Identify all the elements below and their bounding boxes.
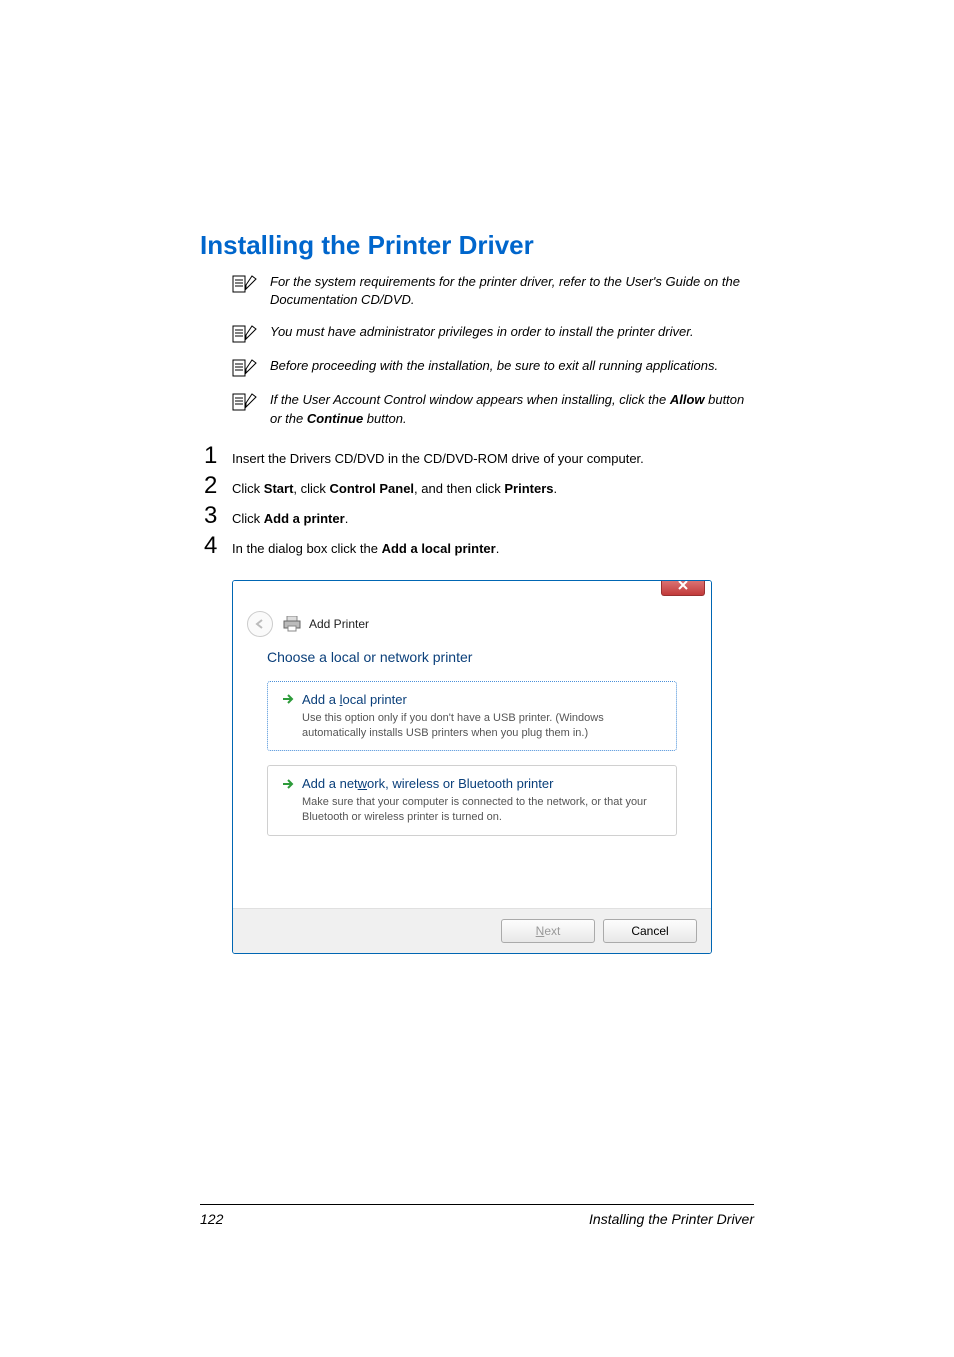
dialog-titlebar (233, 581, 711, 603)
dialog-header-label: Add Printer (309, 617, 369, 631)
printer-icon (283, 616, 301, 632)
note-text: For the system requirements for the prin… (270, 273, 754, 309)
page-heading: Installing the Printer Driver (200, 230, 754, 261)
note-icon (232, 359, 258, 377)
dialog-header: Add Printer (233, 603, 711, 643)
note-2: You must have administrator privileges i… (232, 323, 754, 343)
note-icon (232, 275, 258, 293)
step-2: 2 Click Start, click Control Panel, and … (204, 472, 754, 500)
note-4: If the User Account Control window appea… (232, 391, 754, 427)
arrow-right-icon (282, 779, 294, 789)
note-3: Before proceeding with the installation,… (232, 357, 754, 377)
dialog-title: Choose a local or network printer (267, 649, 677, 665)
option-add-local-printer[interactable]: Add a local printer Use this option only… (267, 681, 677, 752)
note-icon (232, 325, 258, 343)
arrow-right-icon (282, 694, 294, 704)
note-text: You must have administrator privileges i… (270, 323, 694, 341)
step-text: Click Add a printer. (232, 510, 348, 528)
note-icon (232, 393, 258, 411)
footer-title: Installing the Printer Driver (589, 1211, 754, 1227)
option-add-network-printer[interactable]: Add a network, wireless or Bluetooth pri… (267, 765, 677, 836)
option-label: Add a local printer (302, 692, 407, 707)
step-number: 3 (204, 502, 232, 530)
cancel-button[interactable]: Cancel (603, 919, 697, 943)
close-icon (677, 580, 689, 590)
step-1: 1 Insert the Drivers CD/DVD in the CD/DV… (204, 442, 754, 470)
step-text: Click Start, click Control Panel, and th… (232, 480, 557, 498)
back-button[interactable] (247, 611, 273, 637)
note-1: For the system requirements for the prin… (232, 273, 754, 309)
note-text: Before proceeding with the installation,… (270, 357, 718, 375)
note-text: If the User Account Control window appea… (270, 391, 754, 427)
option-label: Add a network, wireless or Bluetooth pri… (302, 776, 553, 791)
page-number: 122 (200, 1211, 223, 1227)
step-number: 2 (204, 472, 232, 500)
option-description: Use this option only if you don't have a… (302, 711, 662, 741)
page-footer: 122 Installing the Printer Driver (200, 1204, 754, 1227)
step-3: 3 Click Add a printer. (204, 502, 754, 530)
step-4: 4 In the dialog box click the Add a loca… (204, 532, 754, 560)
next-button[interactable]: Next (501, 919, 595, 943)
step-number: 4 (204, 532, 232, 560)
close-button[interactable] (661, 580, 705, 596)
option-description: Make sure that your computer is connecte… (302, 795, 662, 825)
step-number: 1 (204, 442, 232, 470)
step-text: Insert the Drivers CD/DVD in the CD/DVD-… (232, 450, 644, 468)
step-text: In the dialog box click the Add a local … (232, 540, 499, 558)
add-printer-dialog: Add Printer Choose a local or network pr… (232, 580, 712, 954)
dialog-footer: Next Cancel (233, 908, 711, 953)
back-arrow-icon (254, 618, 266, 630)
